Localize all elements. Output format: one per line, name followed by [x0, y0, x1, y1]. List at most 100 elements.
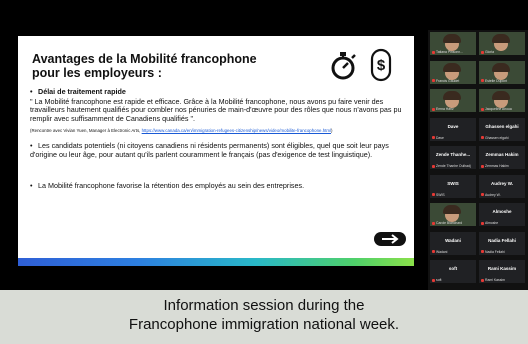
caption-line2: Francophone immigration national week.	[128, 316, 400, 333]
participant-label-text: Tatiana Pinsonn...	[436, 50, 463, 54]
participant-label: Dave	[432, 136, 444, 140]
participant-name: Dave	[447, 123, 459, 129]
participant-label: Zende Thanhe Oulhadj	[432, 164, 471, 168]
participant-name: Zemmas Hakim	[485, 152, 519, 157]
source-note: (Rencontre avec Vivian Yuen, Manager à E…	[30, 128, 410, 133]
bullet-eligibility-text: Les candidats potentiels (ni citoyens ca…	[30, 141, 389, 159]
slide-footer-gradient	[18, 258, 414, 266]
slide-title-line1: Avantages de la Mobilité francophone	[32, 52, 257, 66]
bullet-processing-time: • Délai de traitement rapide	[30, 87, 126, 96]
muted-mic-icon	[481, 107, 484, 111]
participant-label: Almoshe	[481, 221, 498, 225]
participant-tile[interactable]: Carole Blanchard	[430, 203, 476, 226]
participant-tile[interactable]: Estelle Dupont	[479, 60, 525, 84]
participant-tile[interactable]: Dave Dave	[430, 117, 476, 141]
participant-label-text: Zemmas Hakim	[485, 164, 509, 168]
participant-label: Ghassen elgahi	[481, 136, 509, 140]
muted-mic-icon	[481, 193, 484, 197]
participant-tile[interactable]: Almoshe Almoshe	[479, 203, 525, 226]
muted-mic-icon	[432, 221, 435, 225]
participant-tile[interactable]: Ghassen elgahi Ghassen elgahi	[479, 117, 525, 141]
participant-label: Nadia Fellahi	[481, 250, 505, 254]
participant-label: Francis Gaudet	[432, 79, 459, 83]
video-call-screen: Avantages de la Mobilité francophone pou…	[0, 0, 528, 290]
participant-hair	[443, 91, 461, 100]
muted-mic-icon	[432, 79, 435, 83]
participant-label-text: Emna Hariz	[436, 107, 454, 111]
shared-slide: Avantages de la Mobilité francophone pou…	[18, 36, 414, 258]
participant-label: Carole Blanchard	[432, 221, 462, 225]
participant-label: Tatiana Pinsonn...	[432, 50, 463, 54]
muted-mic-icon	[432, 193, 435, 197]
participant-label-text: soft	[436, 278, 442, 282]
participant-label-text: Audrey W.	[485, 192, 501, 197]
participant-label-text: Jacqueline Ahoua	[485, 107, 512, 111]
participant-hair	[443, 205, 461, 214]
muted-mic-icon	[432, 107, 435, 111]
participants-panel: Tatiana Pinsonn... Gloria Francis Gaudet Es…	[428, 30, 528, 290]
source-link[interactable]: https://www.canada.ca/en/immigration-ref…	[142, 128, 331, 133]
muted-mic-icon	[432, 136, 435, 140]
participant-label-text: Almoshe	[485, 221, 499, 225]
muted-mic-icon	[481, 79, 484, 83]
participant-label: Audrey W.	[481, 193, 501, 197]
participant-name: Rami Kassim	[487, 266, 517, 271]
participant-label-text: Nadia Fellahi	[485, 249, 505, 254]
muted-mic-icon	[481, 50, 484, 54]
participant-label-text: Dave	[436, 135, 444, 140]
participant-label: Gloria	[481, 50, 494, 54]
participant-tile[interactable]: soft soft	[430, 260, 476, 283]
participant-label: Wadani	[432, 250, 447, 254]
participant-label-text: Wadani	[436, 249, 448, 254]
dollar-icon: $	[370, 48, 392, 82]
participant-name: Zende Thanhe...	[435, 152, 471, 157]
muted-mic-icon	[481, 136, 484, 140]
participant-label: Jacqueline Ahoua	[481, 107, 512, 111]
source-note-text: (Rencontre avec Vivian Yuen, Manager à E…	[30, 128, 142, 133]
muted-mic-icon	[481, 164, 484, 168]
participant-tile[interactable]: SWIS SWIS	[430, 174, 476, 198]
participant-label-text: Rami Kassim	[485, 278, 505, 282]
arrow-right-icon	[374, 232, 406, 246]
participant-tile[interactable]: Zemmas Hakim Zemmas Hakim	[479, 146, 525, 169]
participant-label: Emna Hariz	[432, 107, 454, 111]
stopwatch-icon	[331, 52, 356, 80]
participant-tile[interactable]: Zende Thanhe... Zende Thanhe Oulhadj	[430, 146, 476, 169]
participant-hair	[443, 34, 461, 43]
slide-title-line2: pour les employeurs :	[32, 66, 162, 80]
participant-tile[interactable]: Emna Hariz	[430, 89, 476, 112]
participant-tile[interactable]: Gloria	[479, 32, 525, 55]
participant-label-text: Francis Gaudet	[436, 78, 460, 83]
participant-name: Wadani	[445, 237, 461, 243]
bullet-retention: • La Mobilité francophone favorise la rét…	[30, 181, 305, 190]
participant-name: Almoshe	[492, 209, 512, 214]
participant-label-text: Carole Blanchard	[436, 221, 463, 225]
bullet-processing-time-heading: Délai de traitement rapide	[38, 87, 126, 96]
participant-label: Rami Kassim	[481, 278, 505, 282]
participant-label: Estelle Dupont	[481, 79, 507, 83]
participant-tile[interactable]: Nadia Fellahi Nadia Fellahi	[479, 231, 525, 255]
participant-hair	[492, 62, 510, 72]
svg-text:$: $	[377, 57, 386, 74]
caption-line1: Information session during the	[163, 297, 365, 314]
muted-mic-icon	[481, 221, 484, 225]
participant-tile[interactable]: Francis Gaudet	[430, 60, 476, 84]
bullet-eligibility: • Les candidats potentiels (ni citoyens c…	[30, 141, 389, 159]
participant-tile[interactable]: Audrey W. Audrey W.	[479, 174, 525, 198]
bullet-retention-text: La Mobilité francophone favorise la réte…	[38, 181, 305, 190]
participant-label-text: Zende Thanhe Oulhadj	[436, 164, 471, 168]
participant-tile[interactable]: Wadani Wadani	[430, 231, 476, 255]
muted-mic-icon	[432, 50, 435, 54]
participant-label-text: Estelle Dupont	[485, 78, 508, 83]
participant-hair	[492, 34, 510, 43]
participant-tile[interactable]: Tatiana Pinsonn...	[430, 32, 476, 55]
participant-label-text: Gloria	[485, 50, 495, 54]
muted-mic-icon	[432, 250, 435, 254]
source-note-end: )	[331, 128, 333, 133]
participant-name: Nadia Fellahi	[488, 237, 516, 243]
participant-name: soft	[448, 266, 458, 271]
top-bar	[0, 0, 528, 26]
participant-label: soft	[432, 278, 441, 282]
participant-tile[interactable]: Jacqueline Ahoua	[479, 89, 525, 112]
participant-tile[interactable]: Rami Kassim Rami Kassim	[479, 260, 525, 283]
